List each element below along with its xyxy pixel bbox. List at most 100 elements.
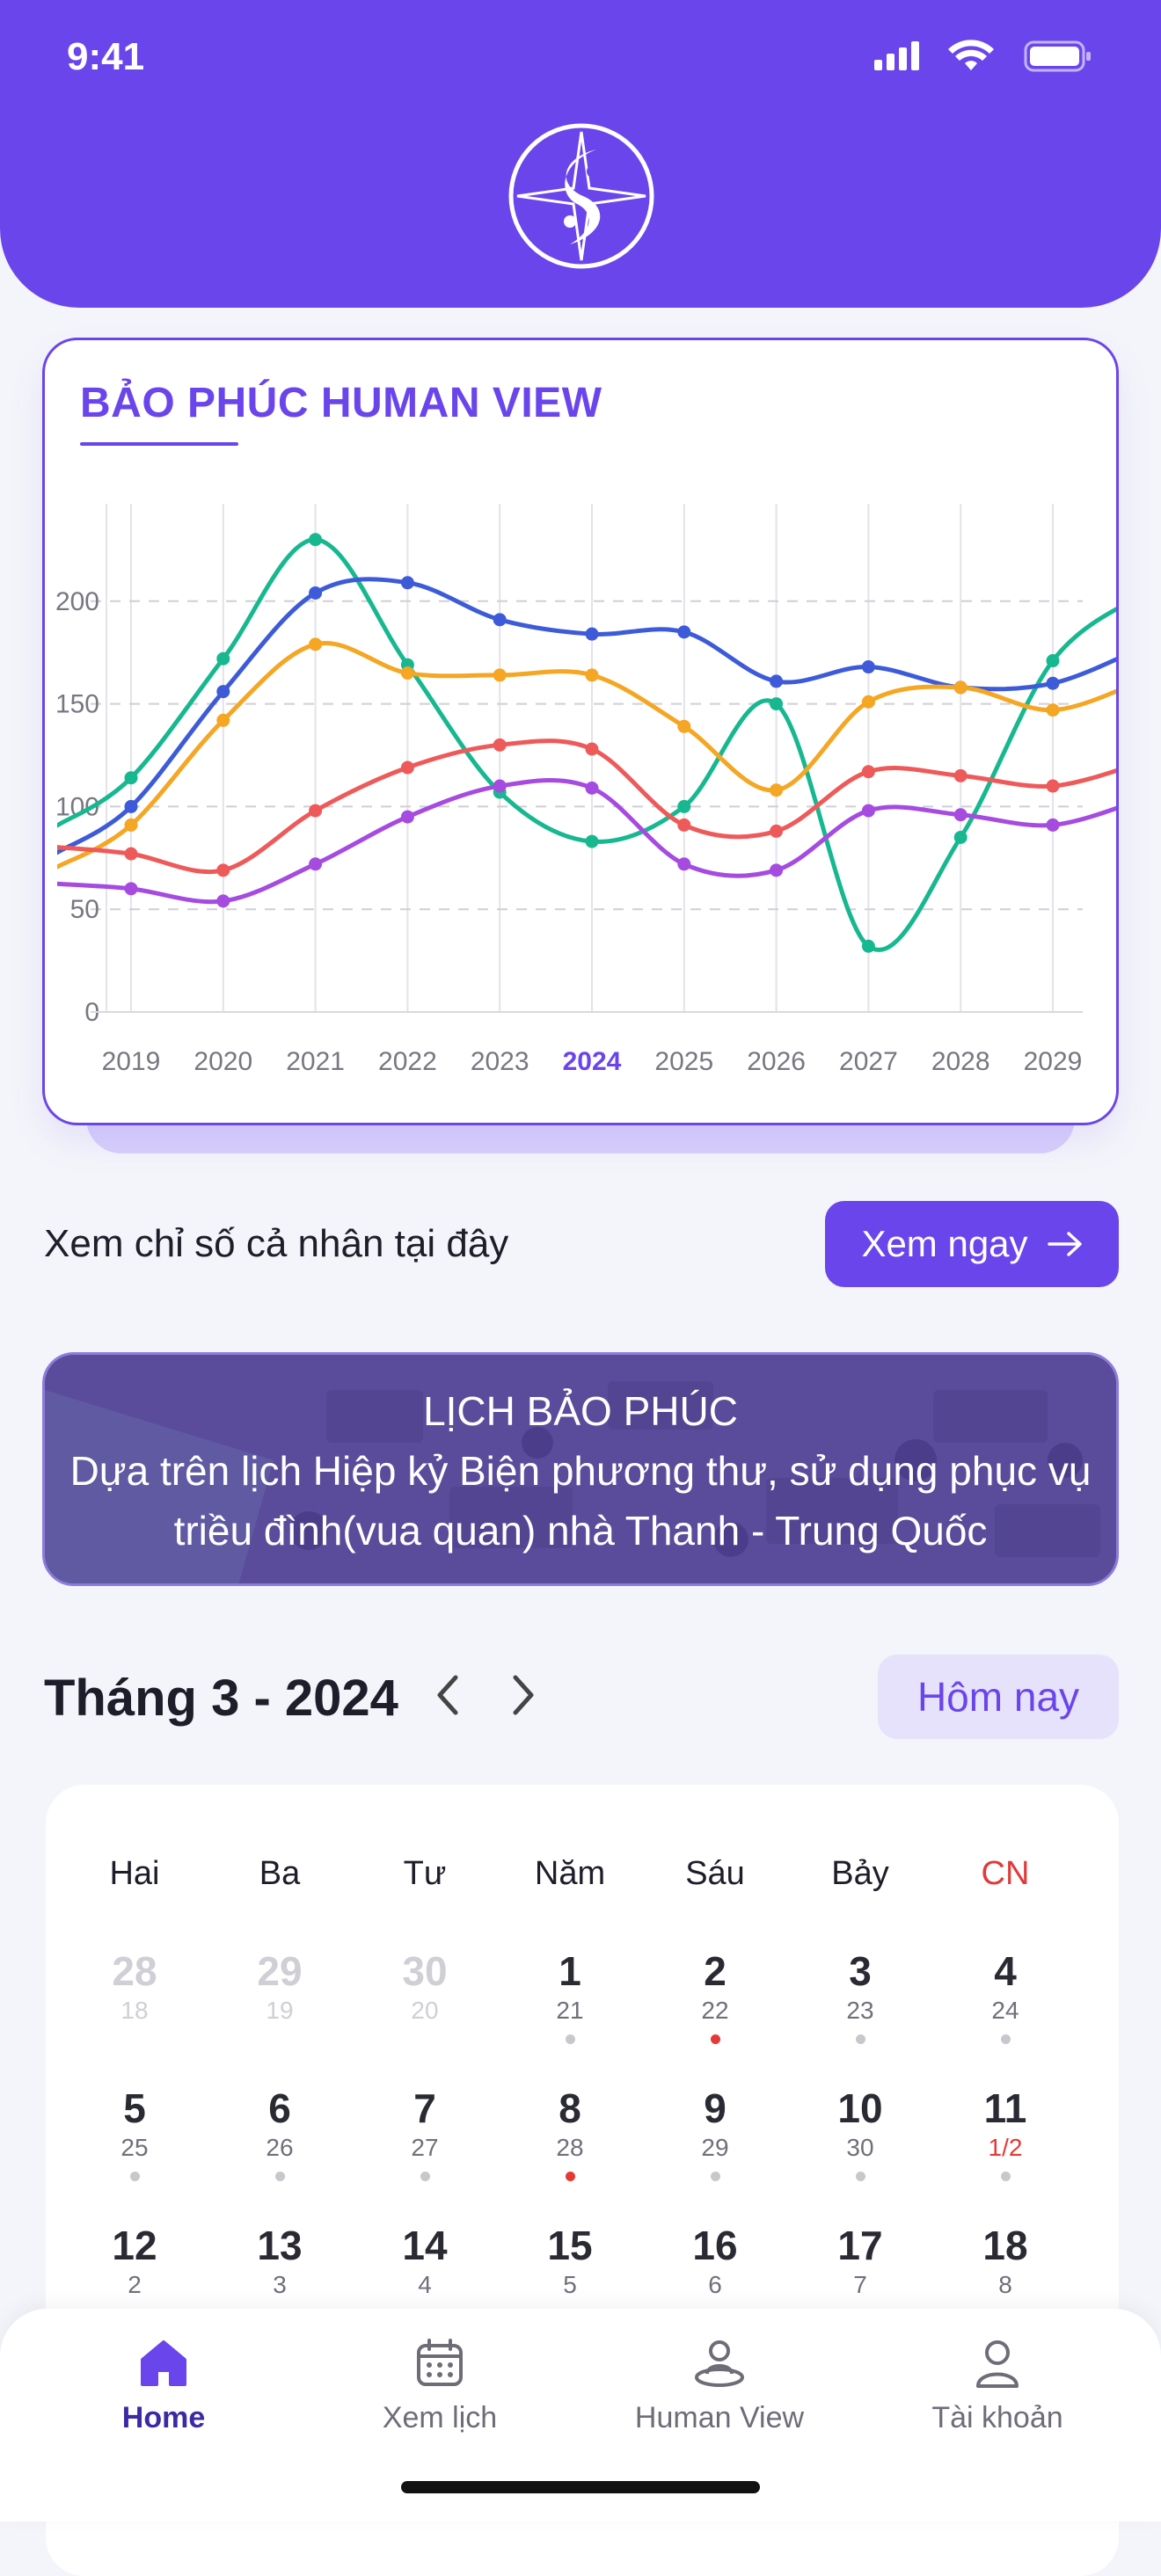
weekday-label: CN	[981, 1855, 1030, 1892]
tab-label-account: Tài khoản	[931, 2401, 1063, 2434]
data-point	[216, 713, 230, 727]
event-dot-red	[565, 2172, 575, 2181]
calendar-day[interactable]: 10 30	[803, 2085, 917, 2181]
view-now-button[interactable]: Xem ngay	[825, 1201, 1119, 1287]
event-dot	[129, 2172, 140, 2181]
next-month-button[interactable]	[503, 1670, 542, 1724]
arrow-right-icon	[1047, 1232, 1082, 1256]
month-navigation: Tháng 3 - 2024 Hôm nay	[42, 1655, 1119, 1739]
tab-label-human-view: Human View	[634, 2401, 805, 2434]
solar-date: 2	[704, 1948, 727, 1994]
lunar-date: 26	[266, 2134, 294, 2161]
calendar-day[interactable]: 5 25	[77, 2085, 192, 2181]
lunar-date: 21	[556, 1997, 584, 2024]
lunar-date: 19	[266, 1997, 294, 2024]
calendar-day[interactable]: 28 18	[77, 1948, 192, 2026]
lunar-date: 6	[708, 2271, 722, 2298]
data-point	[400, 576, 414, 590]
lich-bao-phuc-banner[interactable]: LỊCH BẢO PHÚC Dựa trên lịch Hiệp kỷ Biện…	[42, 1352, 1119, 1586]
human-view-chart-card[interactable]: BẢO PHÚC HUMAN VIEW 0 50 100 150 200 2019 2020…	[42, 338, 1119, 1125]
lunar-date: 23	[846, 1997, 874, 2024]
chevron-left-icon	[437, 1675, 458, 1715]
data-point	[770, 697, 784, 711]
calendar-day[interactable]: 11 1/2	[948, 2085, 1062, 2181]
calendar-day[interactable]: 16 6	[658, 2223, 772, 2300]
calendar-day[interactable]: 8 28	[513, 2085, 627, 2181]
data-point	[953, 768, 968, 782]
banner-desc-line1: Dựa trên lịch Hiệp kỷ Biện phương thư, s…	[69, 1448, 1092, 1494]
cta-text: Xem chỉ số cả nhân tại đây	[44, 1222, 509, 1265]
solar-date: 16	[692, 2223, 738, 2268]
calendar-day[interactable]: 4 24	[948, 1948, 1062, 2044]
event-dot	[1000, 2172, 1011, 2181]
data-point	[124, 799, 138, 813]
x-tick-label: 2021	[286, 1047, 345, 1076]
lunar-date: 22	[701, 1997, 729, 2024]
human-view-icon	[695, 2340, 744, 2387]
data-point	[1046, 676, 1060, 690]
previous-month-button[interactable]	[429, 1670, 468, 1724]
home-indicator	[401, 2481, 760, 2493]
banner-desc-line2: triều đình(vua quan) nhà Thanh - Trung Q…	[173, 1508, 988, 1554]
calendar-day[interactable]: 13 3	[223, 2223, 337, 2300]
x-tick-label: 2024	[563, 1047, 622, 1076]
solar-date: 1	[559, 1948, 581, 1994]
lunar-date: 2	[128, 2271, 142, 2298]
lunar-date: 8	[998, 2271, 1012, 2298]
calendar-day[interactable]: 18 8	[948, 2223, 1062, 2300]
x-tick-label: 2029	[1024, 1047, 1083, 1076]
tab-calendar[interactable]: Xem lịch	[308, 2335, 572, 2435]
lunar-date: 18	[120, 1997, 149, 2024]
calendar-day[interactable]: 12 2	[77, 2223, 192, 2300]
tab-home[interactable]: Home	[32, 2335, 296, 2435]
calendar-day[interactable]: 6 26	[223, 2085, 337, 2181]
signal-icon	[874, 41, 919, 70]
data-point	[1046, 654, 1060, 668]
tab-account[interactable]: Tài khoản	[865, 2335, 1129, 2435]
calendar-day[interactable]: 17 7	[803, 2223, 917, 2300]
lunar-date: 27	[411, 2134, 439, 2161]
calendar-day[interactable]: 9 29	[658, 2085, 772, 2181]
data-point	[309, 533, 323, 547]
calendar-day[interactable]: 15 5	[513, 2223, 627, 2300]
data-point	[309, 586, 323, 600]
solar-date: 29	[257, 1948, 303, 1994]
lunar-date: 24	[991, 1997, 1019, 2024]
solar-date: 5	[123, 2085, 146, 2131]
calendar-day[interactable]: 7 27	[368, 2085, 482, 2181]
data-point	[953, 830, 968, 844]
data-point	[770, 783, 784, 797]
solar-date: 10	[837, 2085, 883, 2131]
calendar-day[interactable]: 2 22	[658, 1948, 772, 2044]
solar-date: 11	[983, 2085, 1027, 2131]
y-tick-label: 50	[70, 895, 99, 924]
tab-human-view[interactable]: Human View	[588, 2335, 851, 2435]
lunar-date: 25	[120, 2134, 149, 2161]
data-point	[493, 738, 507, 752]
calendar-day[interactable]: 29 19	[223, 1948, 337, 2026]
data-point	[677, 719, 691, 733]
calendar-day[interactable]: 3 23	[803, 1948, 917, 2044]
view-now-label: Xem ngay	[861, 1223, 1028, 1264]
data-point	[216, 685, 230, 699]
data-point	[216, 651, 230, 666]
data-point	[861, 939, 875, 953]
chevron-right-icon	[513, 1675, 534, 1715]
data-point	[585, 742, 599, 756]
data-point	[400, 810, 414, 824]
x-tick-label: 2027	[839, 1047, 898, 1076]
solar-date: 6	[268, 2085, 291, 2131]
personal-index-cta: Xem chỉ số cả nhân tại đây Xem ngay	[42, 1201, 1119, 1287]
weekday-label: Ba	[259, 1855, 301, 1892]
banner-title: LỊCH BẢO PHÚC	[423, 1388, 738, 1434]
battery-icon	[1024, 40, 1091, 72]
data-point	[861, 660, 875, 674]
solar-date: 9	[704, 2085, 727, 2131]
calendar-day[interactable]: 14 4	[368, 2223, 482, 2300]
weekday-label: Hai	[109, 1855, 160, 1892]
calendar-day[interactable]: 30 20	[368, 1948, 482, 2026]
x-tick-label: 2028	[931, 1047, 990, 1076]
calendar-day[interactable]: 1 21	[513, 1948, 627, 2044]
event-dot-red	[710, 2034, 720, 2044]
today-button[interactable]: Hôm nay	[878, 1655, 1119, 1739]
